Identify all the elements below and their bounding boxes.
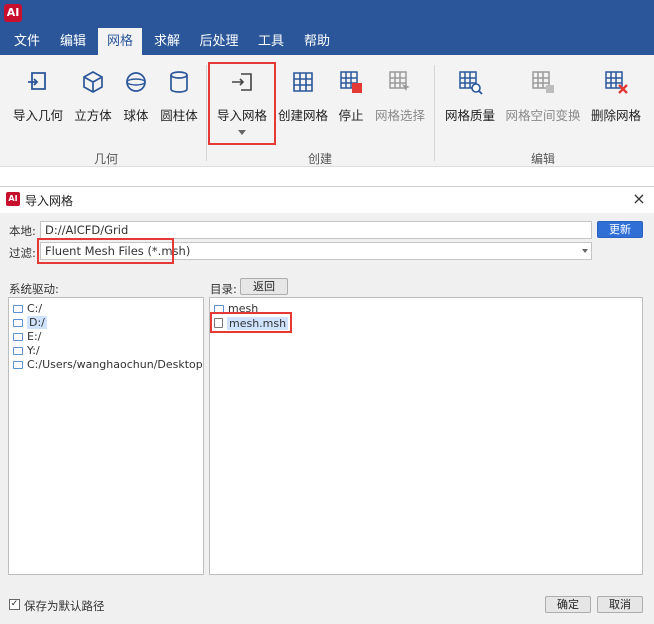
list-item[interactable]: C:/Users/wanghaochun/Desktop [13,358,203,372]
close-icon[interactable]: × [630,190,648,208]
highlight-mesh-file [210,312,292,333]
drives-list[interactable]: C:/ D:/ E:/ Y:/ C:/Users/wanghaochun/Des… [8,297,204,575]
list-item[interactable]: E:/ [13,330,41,344]
create-mesh-icon [293,72,313,92]
cube-icon [83,71,103,93]
create-mesh-label: 创建网格 [277,108,328,123]
list-item[interactable]: Y:/ [13,344,40,358]
local-path-input[interactable]: D://AICFD/Grid [40,221,592,239]
mesh-transform-label: 网格空间变换 [505,108,581,123]
import-geometry-button[interactable]: 导入几何 [10,69,66,129]
group-label-create: 创建 [307,152,332,166]
menu-tools[interactable]: 工具 [252,28,290,55]
main-window: AI 文件 编辑 网格 求解 后处理 工具 帮助 导入几何 立方体 球体 圆柱体… [0,0,654,167]
update-button[interactable]: 更新 [597,221,643,238]
cylinder-icon [170,71,188,93]
cube-button[interactable]: 立方体 [70,69,116,129]
folder-icon [13,347,23,355]
chevron-down-icon[interactable] [582,249,588,253]
group-separator [206,65,207,161]
cylinder-button[interactable]: 圆柱体 [156,69,202,129]
mesh-transform-button[interactable]: 网格空间变换 [504,69,582,129]
back-button[interactable]: 返回 [240,278,288,295]
mesh-transform-icon [532,71,554,93]
cube-label: 立方体 [74,108,112,123]
group-separator [434,65,435,161]
directory-list[interactable]: mesh mesh.msh [209,297,643,575]
directory-label: 目录: [210,282,237,296]
cancel-button[interactable]: 取消 [597,596,643,613]
delete-mesh-label: 删除网格 [590,108,641,123]
delete-mesh-icon [605,71,628,94]
save-default-label: 保存为默认路径 [24,599,105,613]
sphere-label: 球体 [123,108,149,123]
title-bar: AI [0,0,654,28]
dialog-title-bar: AI 导入网格 × [0,187,654,213]
list-item[interactable]: C:/ [13,302,42,316]
delete-mesh-button[interactable]: 删除网格 [588,69,644,129]
stop-button[interactable]: 停止 [334,69,368,129]
ribbon: 导入几何 立方体 球体 圆柱体 几何 导入网格 创建网格 停止 网格选择 创建 … [0,55,654,167]
list-item[interactable]: D:/ [13,316,47,330]
menu-postprocess[interactable]: 后处理 [194,28,244,55]
sphere-button[interactable]: 球体 [118,69,154,129]
mesh-select-label: 网格选择 [374,108,425,123]
sphere-icon [126,72,146,92]
folder-icon [13,333,23,341]
ok-button[interactable]: 确定 [545,596,591,613]
menu-file[interactable]: 文件 [8,28,46,55]
local-label: 本地: [9,224,36,238]
chevron-down-icon[interactable] [238,130,246,135]
menu-solve[interactable]: 求解 [148,28,186,55]
folder-icon [13,361,23,369]
menu-edit[interactable]: 编辑 [54,28,92,55]
folder-icon [13,319,23,327]
import-geometry-icon [28,72,46,90]
import-geometry-label: 导入几何 [12,108,63,123]
create-mesh-button[interactable]: 创建网格 [276,69,330,129]
import-mesh-dialog: AI 导入网格 × 本地: D://AICFD/Grid 更新 过滤: Flue… [0,186,654,624]
mesh-quality-label: 网格质量 [444,108,495,123]
menu-help[interactable]: 帮助 [298,28,336,55]
dialog-logo-icon: AI [6,192,20,206]
stop-mesh-icon [340,71,362,93]
save-default-checkbox[interactable]: ✓ [9,599,20,610]
mesh-quality-button[interactable]: 网格质量 [442,69,498,129]
group-label-geometry: 几何 [93,152,118,166]
menu-bar: 文件 编辑 网格 求解 后处理 工具 帮助 [0,28,654,55]
cylinder-label: 圆柱体 [160,108,198,123]
mesh-select-button[interactable]: 网格选择 [372,69,428,129]
drives-label: 系统驱动: [9,282,59,296]
menu-mesh[interactable]: 网格 [98,28,142,55]
folder-icon [13,305,23,313]
dialog-title: 导入网格 [25,194,74,208]
group-label-edit: 编辑 [530,152,555,166]
highlight-filter [37,238,174,264]
filter-label: 过滤: [9,246,36,260]
app-logo-icon: AI [4,4,22,22]
mesh-select-icon [389,71,410,91]
stop-label: 停止 [338,108,364,123]
mesh-quality-icon [459,71,483,95]
